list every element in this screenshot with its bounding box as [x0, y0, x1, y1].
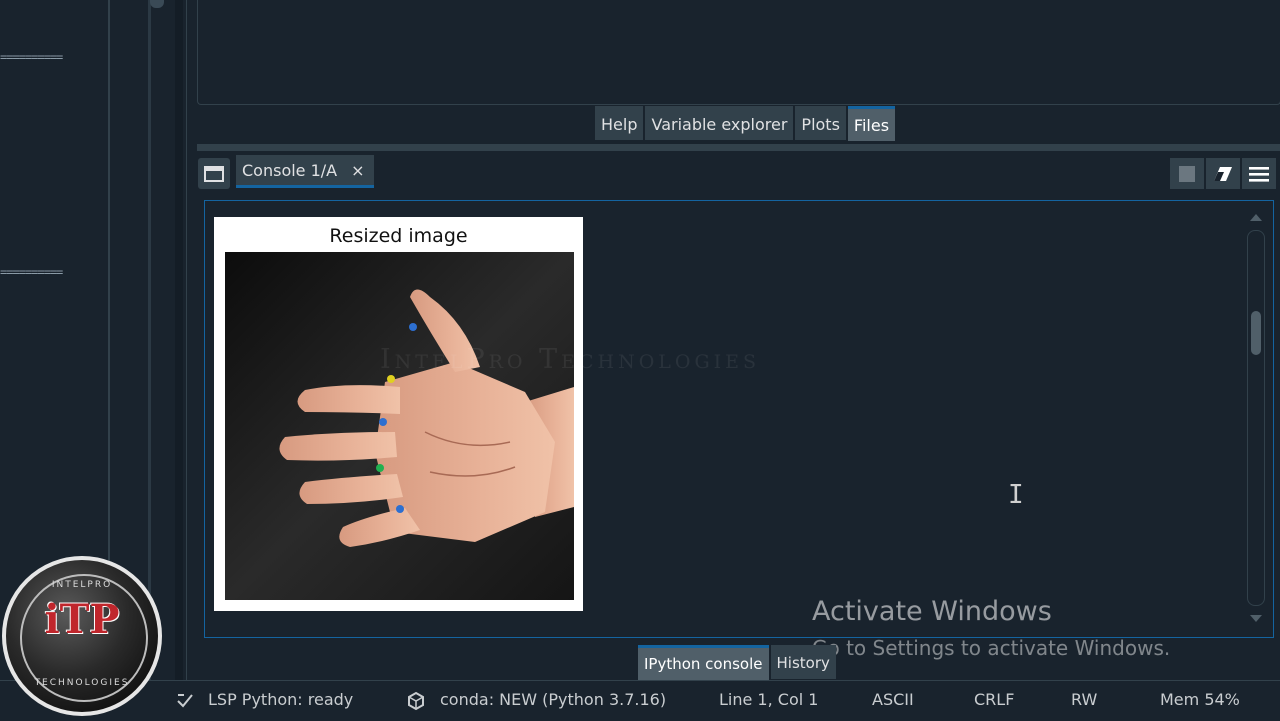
tab-variable-explorer[interactable]: Variable explorer — [645, 106, 794, 140]
editor-cell-marker: ========== — [0, 50, 63, 64]
scrollbar-thumb[interactable] — [1251, 311, 1261, 355]
editor-scrollbar-track[interactable] — [148, 0, 151, 680]
console-scrollbar[interactable] — [1247, 212, 1265, 626]
watermark-text: IntelPro Technologies — [380, 344, 761, 375]
plot-figure: Resized image — [214, 217, 583, 611]
memory-usage: Mem 54% — [1160, 690, 1240, 709]
lsp-status[interactable]: LSP Python: ready — [208, 690, 353, 709]
cursor-position: Line 1, Col 1 — [719, 690, 819, 709]
close-icon[interactable]: × — [351, 161, 364, 180]
logo-ring-text-bottom: TECHNOLOGIES — [34, 678, 130, 688]
console-tab-label: Console 1/A — [242, 160, 338, 180]
maximize-pane-button[interactable] — [198, 158, 230, 189]
tab-console[interactable]: Console 1/A × — [236, 155, 374, 188]
maximize-pane-icon — [204, 165, 224, 182]
conda-icon — [408, 691, 424, 711]
line-endings: CRLF — [974, 690, 1015, 709]
console-toolbar — [1170, 158, 1280, 189]
logo-ring-text-top: INTELPRO — [51, 580, 113, 590]
scroll-down-icon[interactable] — [1249, 614, 1263, 624]
scroll-up-icon[interactable] — [1249, 212, 1263, 222]
hand-image — [225, 252, 574, 600]
hand-photo — [225, 252, 574, 600]
lsp-icon — [177, 694, 193, 708]
activate-windows-title: Activate Windows — [812, 596, 1052, 627]
clear-console-button[interactable] — [1206, 158, 1240, 189]
text-cursor-icon: I — [1008, 480, 1024, 510]
editor-cell-marker: ========== — [0, 265, 63, 279]
pane-splitter[interactable] — [186, 0, 197, 680]
logo-monogram: iTP — [44, 596, 120, 643]
tab-files[interactable]: Files — [847, 106, 896, 141]
tab-help[interactable]: Help — [595, 106, 644, 140]
file-encoding: ASCII — [872, 690, 914, 709]
files-pane — [197, 0, 1280, 105]
activate-windows-subtitle: Go to Settings to activate Windows. — [812, 636, 1171, 660]
status-bar: LSP Python: ready conda: NEW (Python 3.7… — [0, 680, 1280, 721]
menu-icon — [1249, 166, 1269, 182]
file-permissions: RW — [1071, 690, 1098, 709]
scrollbar-track[interactable] — [1247, 230, 1265, 606]
tab-ipython-console[interactable]: IPython console — [638, 645, 769, 680]
horizontal-splitter[interactable] — [197, 144, 1280, 151]
eraser-icon — [1214, 166, 1232, 181]
stop-icon — [1179, 165, 1195, 182]
bottom-pane-tabs: IPython console History — [638, 645, 836, 680]
stop-button[interactable] — [1170, 158, 1204, 189]
tab-history[interactable]: History — [770, 645, 836, 679]
figure-title: Resized image — [329, 225, 468, 247]
options-menu-button[interactable] — [1242, 158, 1276, 189]
tab-plots[interactable]: Plots — [795, 106, 846, 140]
brand-logo: INTELPRO iTP TECHNOLOGIES — [2, 556, 162, 716]
top-pane-tabs: Help Variable explorer Plots Files — [595, 106, 896, 141]
pane-divider — [175, 0, 183, 680]
conda-env-status[interactable]: conda: NEW (Python 3.7.16) — [440, 690, 666, 709]
